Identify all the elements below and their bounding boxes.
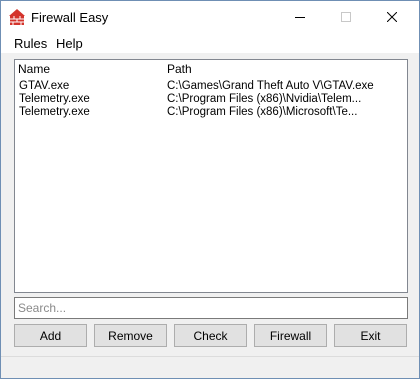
row-name: Telemetry.exe [19, 93, 90, 105]
remove-button[interactable]: Remove [94, 324, 167, 347]
menu-help[interactable]: Help [54, 36, 85, 51]
status-bar [1, 356, 419, 378]
close-icon [386, 11, 398, 25]
row-path: C:\Games\Grand Theft Auto V\GTAV.exe [167, 80, 374, 92]
firewall-brick-icon [9, 9, 25, 25]
maximize-icon [341, 11, 351, 25]
menu-bar: Rules Help [1, 35, 419, 54]
maximize-button[interactable] [323, 1, 369, 35]
app-window: Firewall Easy Rules Help Name Path GTAV.… [0, 0, 420, 379]
minimize-icon [295, 11, 305, 25]
row-path: C:\Program Files (x86)\Nvidia\Telem... [167, 93, 362, 105]
minimize-button[interactable] [277, 1, 323, 35]
window-title: Firewall Easy [31, 10, 109, 25]
close-button[interactable] [369, 1, 415, 35]
row-path: C:\Program Files (x86)\Microsoft\Te... [167, 106, 358, 118]
list-row[interactable]: Telemetry.exe C:\Program Files (x86)\Mic… [15, 106, 405, 119]
add-button[interactable]: Add [14, 324, 87, 347]
exit-button[interactable]: Exit [334, 324, 407, 347]
list-row[interactable]: GTAV.exe C:\Games\Grand Theft Auto V\GTA… [15, 80, 405, 93]
rules-list[interactable]: Name Path GTAV.exe C:\Games\Grand Theft … [14, 59, 408, 293]
search-input[interactable] [14, 297, 408, 319]
row-name: Telemetry.exe [19, 106, 90, 118]
menu-rules[interactable]: Rules [12, 36, 49, 51]
check-button[interactable]: Check [174, 324, 247, 347]
list-row[interactable]: Telemetry.exe C:\Program Files (x86)\Nvi… [15, 93, 405, 106]
firewall-button[interactable]: Firewall [254, 324, 327, 347]
title-bar[interactable]: Firewall Easy [1, 1, 419, 35]
column-header-path[interactable]: Path [167, 62, 192, 76]
row-name: GTAV.exe [19, 80, 70, 92]
column-header-name[interactable]: Name [18, 62, 50, 76]
